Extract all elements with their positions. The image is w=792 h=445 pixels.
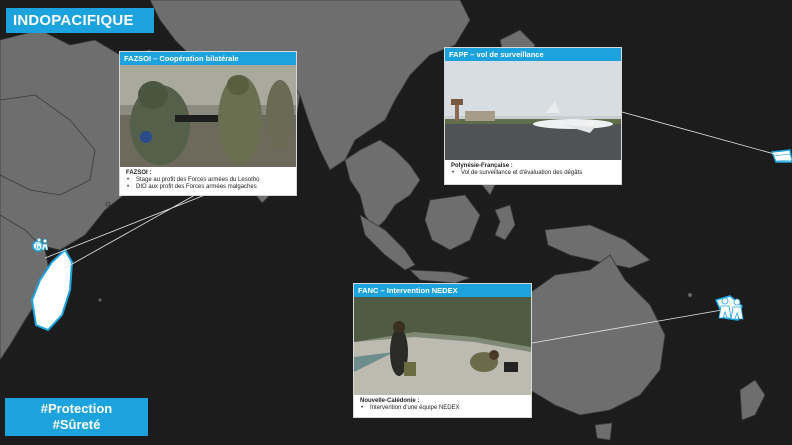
card-fazsoi-item: Stage au profit des Forces armées du Les… xyxy=(126,177,290,184)
tasmania xyxy=(594,422,613,441)
card-fazsoi: FAZSOI – Coopération bilatérale FAZSOI :… xyxy=(119,51,297,196)
island xyxy=(105,201,111,207)
card-fapf-header: FAPF – vol de surveillance xyxy=(445,48,621,61)
card-fazsoi-location: FAZSOI : xyxy=(126,170,152,176)
card-fanc-location: Nouvelle-Calédonie : xyxy=(360,398,420,404)
card-fazsoi-item: DIO aux profit des Forces armées malgach… xyxy=(126,184,290,191)
soldiers-rifle-training-photo xyxy=(120,65,296,167)
card-fapf-location: Polynésie-Française : xyxy=(451,163,513,169)
hashtag-box: #Protection #Sûreté xyxy=(5,398,148,436)
island xyxy=(687,292,693,298)
card-fapf-item: Vol de surveillance et d'évaluation des … xyxy=(451,170,615,177)
card-fapf: FAPF – vol de surveillance Polynésie-Fra… xyxy=(444,47,622,185)
card-fanc: FANC – Intervention NEDEX Nouvelle-Caléd… xyxy=(353,283,532,418)
hashtag-protection: #Protection xyxy=(40,401,113,416)
hashtag-surete: #Sûreté xyxy=(52,417,101,432)
soldiers-icon-newcaledonia xyxy=(718,297,744,320)
region-title: INDOPACIFIQUE xyxy=(6,8,154,33)
island xyxy=(98,298,102,302)
soldiers-icon-polynesia xyxy=(773,153,792,162)
card-fazsoi-header: FAZSOI – Coopération bilatérale xyxy=(120,52,296,65)
soldiers-icon-madagascar xyxy=(35,237,49,251)
surveillance-jet-airport-photo xyxy=(445,61,621,160)
nedex-team-beach-photo xyxy=(354,297,531,395)
card-fanc-item: Intervention d'une équipe NEDEX xyxy=(360,405,525,412)
card-fanc-header: FANC – Intervention NEDEX xyxy=(354,284,531,297)
